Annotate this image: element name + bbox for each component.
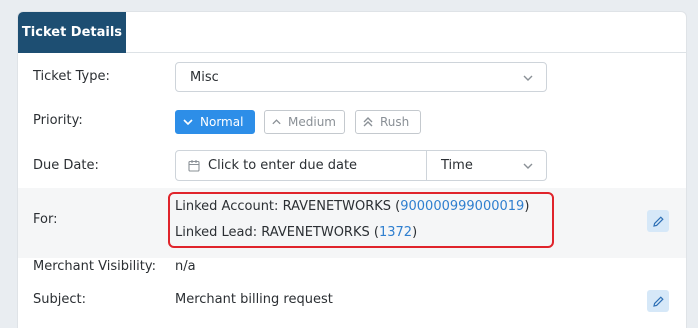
subject-label: Subject: [33,292,86,307]
priority-medium-label: Medium [288,115,336,129]
edit-for-button[interactable] [647,210,669,232]
linked-lead-name: RAVENETWORKS [261,225,370,240]
due-date-placeholder: Click to enter due date [208,158,358,173]
pencil-icon [652,215,664,227]
due-time-placeholder: Time [441,158,473,173]
merchant-visibility-label: Merchant Visibility: [33,259,157,274]
due-date-input[interactable]: Click to enter due date [175,150,427,181]
ticket-details-panel: Ticket Details Ticket Type: Misc Priorit… [17,11,687,328]
linked-account-id-link[interactable]: 900000999000019 [400,199,524,214]
linked-account-name: RAVENETWORKS [282,199,392,214]
priority-normal-button[interactable]: Normal [175,110,255,134]
chevron-up-icon [272,119,281,125]
linked-lead-line: Linked Lead: RAVENETWORKS (1372) [175,225,418,240]
chevron-down-icon [183,119,193,126]
due-time-select[interactable]: Time [426,150,547,181]
for-label: For: [33,212,58,227]
priority-rush-button[interactable]: Rush [355,110,421,134]
double-chevron-up-icon [363,117,373,127]
linked-lead-id-link[interactable]: 1372 [379,225,412,240]
ticket-type-select[interactable]: Misc [175,62,547,92]
linked-lead-label: Linked Lead: [175,225,258,240]
chevron-down-icon [523,75,533,81]
due-date-label: Due Date: [33,158,99,173]
chevron-down-icon [523,163,533,169]
pencil-icon [652,295,664,307]
ticket-type-label: Ticket Type: [33,69,110,84]
priority-rush-label: Rush [380,115,410,129]
priority-label: Priority: [33,113,83,128]
linked-account-line: Linked Account: RAVENETWORKS (9000009990… [175,199,530,214]
tab-ticket-details[interactable]: Ticket Details [18,12,126,53]
tab-bar: Ticket Details [18,12,686,53]
calendar-icon [188,160,200,172]
priority-normal-label: Normal [200,115,244,129]
merchant-visibility-value: n/a [175,259,196,274]
ticket-type-value: Misc [190,69,219,85]
priority-medium-button[interactable]: Medium [264,110,345,134]
edit-subject-button[interactable] [647,290,669,312]
subject-value: Merchant billing request [175,292,333,307]
linked-account-label: Linked Account: [175,199,279,214]
